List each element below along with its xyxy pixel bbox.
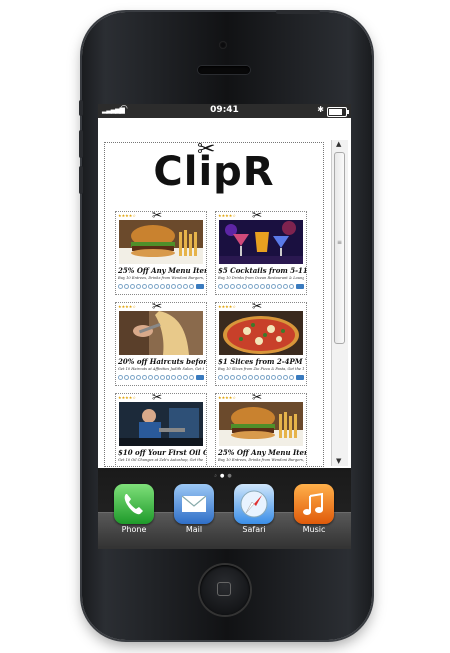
rating-stars: ★★★★☆ — [218, 395, 236, 400]
coupon-card[interactable]: ★★★★☆ ✂ 20% off Haircuts before Noon Tod… — [115, 299, 207, 386]
dock-app-phone[interactable]: Phone — [112, 484, 156, 534]
status-time: 09:41 — [210, 105, 239, 115]
rating-stars: ★★★★☆ — [118, 304, 136, 309]
coupon-image-mechanic — [119, 402, 203, 446]
home-square-icon — [217, 582, 231, 596]
sleep-button[interactable] — [276, 10, 320, 14]
rating-stars: ★★★★☆ — [218, 304, 236, 309]
coupon-card[interactable]: ★★★★☆ ✂ $5 Cocktails from 5-11PM Today — [215, 208, 307, 295]
page-dot-icon: ● — [227, 473, 235, 479]
punch-card — [118, 375, 205, 381]
mail-icon — [174, 484, 214, 524]
coupon-subtitle: Buy 10 Drinks from Ocean Restaurant & Lo… — [218, 276, 304, 280]
coupon-title: $10 off Your First Oil Change — [118, 448, 206, 457]
safari-icon — [234, 484, 274, 524]
dock-app-label: Phone — [121, 525, 147, 534]
coupon-card[interactable]: ★★★★☆ ✂ $10 off Your First Oil Change Ge… — [115, 390, 207, 467]
volume-up-button[interactable] — [79, 130, 83, 158]
punch-card — [218, 284, 305, 290]
coupon-image-cocktails — [219, 220, 303, 264]
home-screen: ⌕●● Phone Mail Safari Music — [98, 468, 351, 549]
dock-app-mail[interactable]: Mail — [172, 484, 216, 534]
battery-icon — [327, 107, 349, 117]
coupon-subtitle: Get 10 Haircuts at Affinities Judith Sal… — [118, 367, 204, 371]
grip-icon: ≡ — [337, 239, 343, 246]
coupon-title: $1 Slices from 2-4PM Today — [218, 357, 306, 366]
coupon-title: 25% Off Any Menu Item — [118, 266, 206, 275]
coupon-subtitle: Buy 10 Entrees, Drinks from Wendoni Burg… — [218, 458, 304, 462]
dock-app-safari[interactable]: Safari — [232, 484, 276, 534]
coupon-image-burger — [119, 220, 203, 264]
coupon-subtitle: Buy 10 Slices from Zio Pizza & Pasta, Ge… — [218, 367, 304, 371]
dock-app-label: Safari — [242, 525, 266, 534]
coupon-subtitle: Buy 10 Entrees, Drinks from Wendoni Burg… — [118, 276, 204, 280]
dock-app-label: Music — [302, 525, 326, 534]
scrollbar[interactable]: ▲ ≡ ▼ — [331, 140, 348, 466]
coupon-image-burger — [219, 402, 303, 446]
scrollbar-thumb[interactable]: ≡ — [334, 152, 345, 344]
volume-down-button[interactable] — [79, 166, 83, 194]
bluetooth-icon: ✱ — [317, 105, 324, 114]
coupon-card[interactable]: ★★★★☆ ✂ 25% Off Any Menu Item Buy 10 Ent… — [115, 208, 207, 295]
coupon-sheet: ✂ ClipR ★★★★☆ ✂ 25% Off Any Menu Item Bu… — [104, 142, 324, 467]
dock-app-label: Mail — [185, 525, 203, 534]
front-camera — [219, 41, 227, 49]
scroll-up-arrow-icon[interactable]: ▲ — [336, 140, 341, 148]
page-indicator: ⌕●● — [98, 473, 351, 479]
coupon-card[interactable]: ★★★★☆ ✂ 25% Off Any Menu Item Buy 10 Ent… — [215, 390, 307, 467]
coupon-title: 25% Off Any Menu Item — [218, 448, 306, 457]
punch-card — [218, 375, 305, 381]
dock-app-music[interactable]: Music — [292, 484, 336, 534]
rating-stars: ★★★★☆ — [218, 213, 236, 218]
rating-stars: ★★★★☆ — [118, 213, 136, 218]
coupon-image-pizza — [219, 311, 303, 355]
coupon-image-haircut — [119, 311, 203, 355]
phone-icon — [114, 484, 154, 524]
app-content: ✂ ClipR ★★★★☆ ✂ 25% Off Any Menu Item Bu… — [98, 118, 351, 468]
earpiece-speaker — [198, 66, 250, 74]
app-logo: ClipR — [153, 149, 275, 195]
status-bar: ▂▃▄▅▆ ◠ 09:41 ✱ — [98, 104, 351, 118]
mute-switch[interactable] — [79, 100, 83, 116]
scroll-down-arrow-icon[interactable]: ▼ — [336, 457, 341, 465]
phone-screen: ▂▃▄▅▆ ◠ 09:41 ✱ ✂ ClipR ★★★★☆ ✂ 25% Off … — [98, 104, 351, 549]
rating-stars: ★★★★☆ — [118, 395, 136, 400]
punch-card — [218, 466, 304, 467]
coupon-title: 20% off Haircuts before Noon Today — [118, 357, 206, 366]
music-icon — [294, 484, 334, 524]
coupon-card[interactable]: ★★★★☆ ✂ $1 Slices from 2-4PM Today Buy 1… — [215, 299, 307, 386]
punch-card — [118, 466, 204, 467]
punch-card — [118, 284, 205, 290]
home-button[interactable] — [200, 565, 250, 615]
coupon-title: $5 Cocktails from 5-11PM Today — [218, 266, 306, 275]
coupon-subtitle: Get 10 Oil Changes at Zeb's Autoshop, Ge… — [118, 458, 204, 462]
